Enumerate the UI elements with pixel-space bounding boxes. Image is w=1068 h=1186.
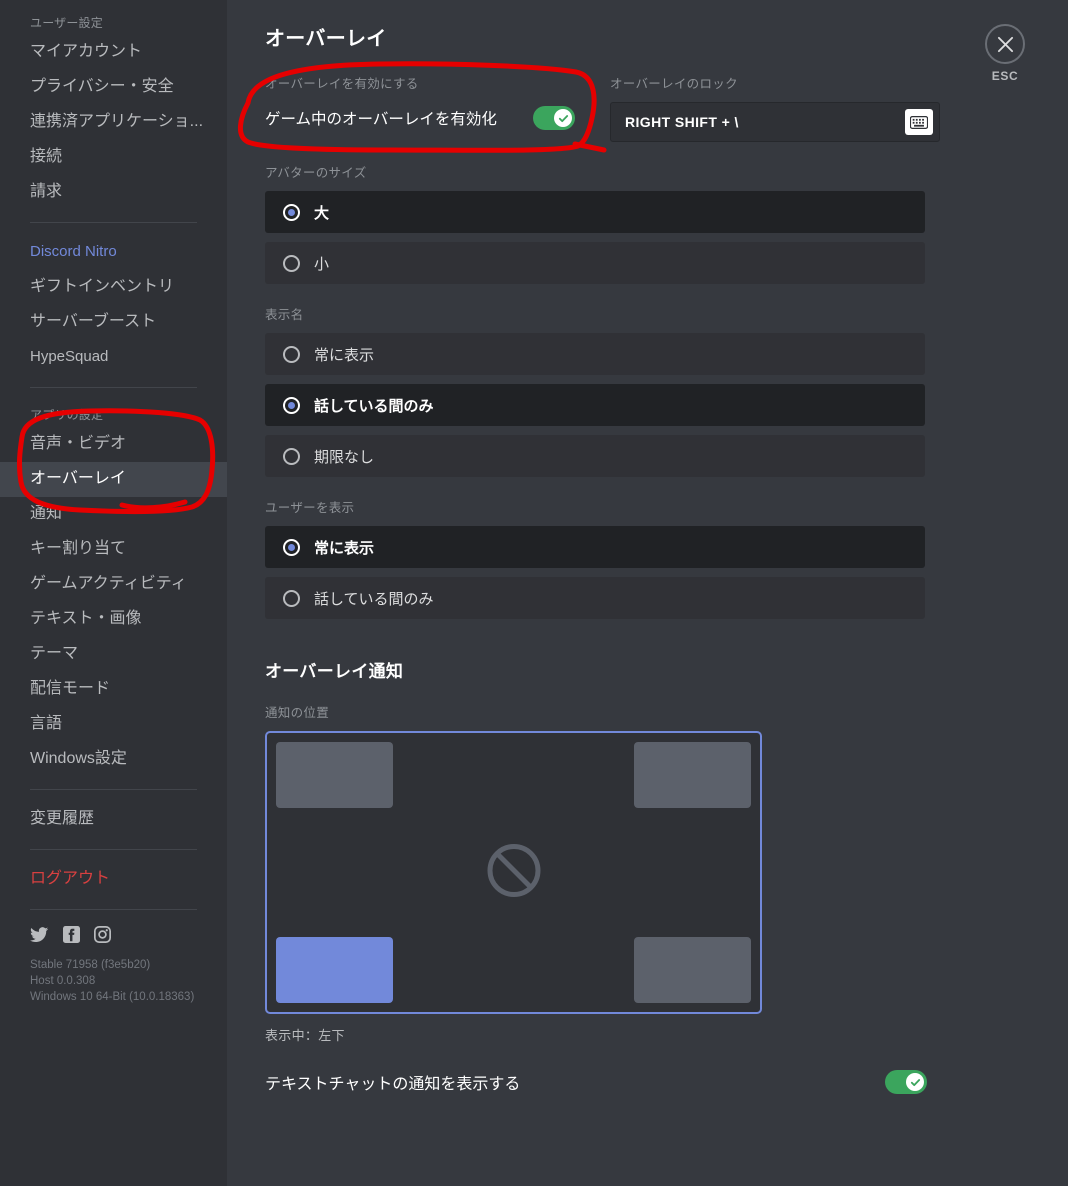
sidebar-item-authorized-apps[interactable]: 連携済アプリケーショ... — [0, 105, 227, 140]
notification-position-label: 通知の位置 — [265, 706, 330, 720]
keybind-value: RIGHT SHIFT + \ — [625, 114, 739, 130]
avatar-size-label: アバターのサイズ — [265, 166, 367, 180]
sidebar-divider-1 — [30, 222, 197, 223]
notification-position-picker — [265, 731, 762, 1014]
toggle-knob — [906, 1073, 924, 1091]
sidebar-item-appearance[interactable]: テーマ — [0, 637, 227, 672]
enable-overlay-section: オーバーレイを有効にする ゲーム中のオーバーレイを有効化 — [265, 73, 610, 142]
sidebar-item-windows-settings[interactable]: Windows設定 — [0, 742, 227, 777]
overlay-lock-section: オーバーレイのロック RIGHT SHIFT + \ — [610, 73, 940, 142]
overlay-top-row: オーバーレイを有効にする ゲーム中のオーバーレイを有効化 オーバーレイのロック … — [265, 73, 1068, 142]
check-icon — [558, 114, 568, 122]
position-cell-top-left[interactable] — [276, 742, 393, 808]
esc-label: ESC — [991, 69, 1019, 83]
enable-overlay-section-label: オーバーレイを有効にする — [265, 77, 419, 91]
sidebar-item-language[interactable]: 言語 — [0, 707, 227, 742]
enable-overlay-toggle-row: ゲーム中のオーバーレイを有効化 — [265, 102, 575, 134]
radio-icon — [283, 538, 300, 556]
display-name-option-always-label: 常に表示 — [314, 346, 375, 364]
display-name-option-while-speaking-label: 話している間のみ — [314, 397, 434, 415]
social-links — [0, 922, 227, 953]
settings-sidebar: ユーザー設定 マイアカウント プライバシー・安全 連携済アプリケーショ... 接… — [0, 0, 227, 1186]
sidebar-item-overlay[interactable]: オーバーレイ — [0, 462, 227, 497]
display-name-option-while-speaking[interactable]: 話している間のみ — [265, 384, 925, 426]
display-name-option-never[interactable]: 期限なし — [265, 435, 925, 477]
version-line-host: Host 0.0.308 — [30, 975, 96, 987]
radio-icon — [283, 396, 300, 414]
radio-icon — [283, 203, 300, 221]
instagram-icon[interactable] — [94, 926, 111, 943]
radio-icon — [283, 589, 300, 607]
sidebar-item-discord-nitro[interactable]: Discord Nitro — [0, 235, 227, 270]
sidebar-item-connections[interactable]: 接続 — [0, 140, 227, 175]
version-info: Stable 71958 (f3e5b20) Host 0.0.308 Wind… — [0, 953, 227, 1005]
position-cell-top-right[interactable] — [634, 742, 751, 808]
sidebar-item-server-boost[interactable]: サーバーブースト — [0, 305, 227, 340]
sidebar-item-privacy-safety[interactable]: プライバシー・安全 — [0, 70, 227, 105]
twitter-icon[interactable] — [30, 926, 49, 943]
avatar-size-option-large[interactable]: 大 — [265, 191, 925, 233]
sidebar-item-voice-video[interactable]: 音声・ビデオ — [0, 427, 227, 462]
close-esc-button[interactable]: ESC — [982, 24, 1028, 83]
sidebar-divider-3 — [30, 789, 197, 790]
sidebar-item-my-account[interactable]: マイアカウント — [0, 35, 227, 70]
avatar-size-group: アバターのサイズ 大 小 — [265, 162, 925, 284]
notification-position-caption: 表示中：左下 — [265, 1028, 345, 1043]
settings-main-content: オーバーレイ オーバーレイを有効にする ゲーム中のオーバーレイを有効化 オーバー… — [227, 0, 1068, 1186]
overlay-lock-keybind-input[interactable]: RIGHT SHIFT + \ — [610, 102, 940, 142]
radio-icon — [283, 254, 300, 272]
position-cell-bottom-right[interactable] — [634, 937, 751, 1003]
sidebar-item-streamer-mode[interactable]: 配信モード — [0, 672, 227, 707]
text-chat-notification-label: テキストチャットの通知を表示する — [265, 1076, 521, 1093]
keyboard-icon[interactable] — [905, 109, 933, 135]
sidebar-item-text-images[interactable]: テキスト・画像 — [0, 602, 227, 637]
show-users-option-always[interactable]: 常に表示 — [265, 526, 925, 568]
sidebar-item-keybinds[interactable]: キー割り当て — [0, 532, 227, 567]
display-name-option-always[interactable]: 常に表示 — [265, 333, 925, 375]
facebook-icon[interactable] — [63, 926, 80, 943]
version-line-stable: Stable 71958 (f3e5b20) — [30, 959, 151, 971]
sidebar-item-logout[interactable]: ログアウト — [0, 862, 227, 897]
page-title: オーバーレイ — [265, 28, 387, 50]
sidebar-divider-4 — [30, 849, 197, 850]
show-users-option-always-label: 常に表示 — [314, 539, 375, 557]
avatar-size-option-small-label: 小 — [314, 255, 330, 273]
text-chat-notification-toggle[interactable] — [885, 1070, 927, 1094]
sidebar-divider-5 — [30, 909, 197, 910]
radio-icon — [283, 345, 300, 363]
sidebar-divider-2 — [30, 387, 197, 388]
sidebar-item-gift-inventory[interactable]: ギフトインベントリ — [0, 270, 227, 305]
enable-overlay-toggle-label: ゲーム中のオーバーレイを有効化 — [265, 111, 497, 128]
avatar-size-option-small[interactable]: 小 — [265, 242, 925, 284]
position-cell-bottom-left[interactable] — [276, 937, 393, 1003]
display-name-option-never-label: 期限なし — [314, 448, 375, 466]
close-icon — [985, 24, 1025, 64]
toggle-knob — [554, 109, 572, 127]
show-users-label: ユーザーを表示 — [265, 501, 355, 515]
prohibition-icon[interactable] — [485, 841, 543, 904]
version-line-os: Windows 10 64-Bit (10.0.18363) — [30, 991, 195, 1003]
sidebar-header-user-settings: ユーザー設定 — [30, 16, 103, 30]
sidebar-header-app-settings: アプリの設定 — [30, 408, 104, 422]
show-users-option-while-speaking-label: 話している間のみ — [314, 590, 434, 608]
show-users-option-while-speaking[interactable]: 話している間のみ — [265, 577, 925, 619]
sidebar-item-notifications[interactable]: 通知 — [0, 497, 227, 532]
enable-overlay-toggle[interactable] — [533, 106, 575, 130]
sidebar-item-hypesquad[interactable]: HypeSquad — [0, 340, 227, 375]
sidebar-item-change-log[interactable]: 変更履歴 — [0, 802, 227, 837]
check-icon — [910, 1078, 920, 1086]
radio-icon — [283, 447, 300, 465]
avatar-size-option-large-label: 大 — [314, 204, 330, 222]
discord-user-settings-window: ユーザー設定 マイアカウント プライバシー・安全 連携済アプリケーショ... 接… — [0, 0, 1068, 1186]
text-chat-notification-row: テキストチャットの通知を表示する — [265, 1070, 927, 1094]
overlay-notification-title: オーバーレイ通知 — [265, 662, 404, 681]
display-name-group: 表示名 常に表示 話している間のみ 期限なし — [265, 304, 925, 477]
display-name-label: 表示名 — [265, 308, 304, 322]
sidebar-item-game-activity[interactable]: ゲームアクティビティ — [0, 567, 227, 602]
show-users-group: ユーザーを表示 常に表示 話している間のみ — [265, 497, 925, 619]
overlay-lock-section-label: オーバーレイのロック — [610, 77, 738, 91]
sidebar-item-billing[interactable]: 請求 — [0, 175, 227, 210]
